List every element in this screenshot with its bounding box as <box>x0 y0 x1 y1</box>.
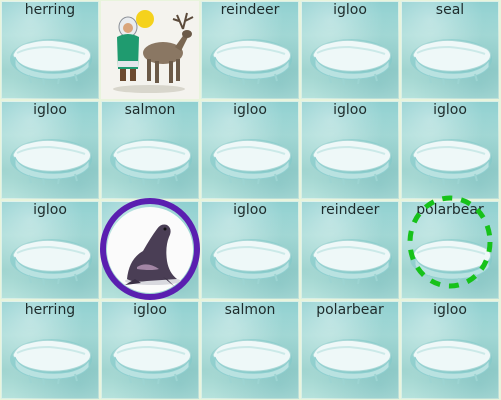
ice-floe-icon <box>209 123 293 185</box>
tile-label: igloo <box>333 2 367 18</box>
tile-igloo[interactable]: igloo <box>1 101 99 199</box>
ice-floe-icon <box>409 123 493 185</box>
ice-floe-icon <box>309 123 393 185</box>
tile-label: igloo <box>333 102 367 118</box>
ice-floe-icon <box>409 323 493 385</box>
tile-label: igloo <box>233 202 267 218</box>
tile-label: igloo <box>133 302 167 318</box>
ice-floe-icon <box>209 223 293 285</box>
ice-floe-icon <box>109 323 193 385</box>
tile-reindeer[interactable]: reindeer <box>301 201 399 299</box>
ice-floe-icon <box>409 223 493 285</box>
tile-label: igloo <box>433 102 467 118</box>
tile-label: igloo <box>433 302 467 318</box>
tile-label: igloo <box>33 202 67 218</box>
tile-igloo[interactable]: igloo <box>101 301 199 399</box>
tile-label: salmon <box>224 302 276 318</box>
tile-igloo[interactable]: igloo <box>301 1 399 99</box>
tile-label: reindeer <box>320 202 380 218</box>
tile-label: salmon <box>124 102 176 118</box>
tile-reindeer-picture[interactable] <box>101 1 199 99</box>
tile-label: herring <box>24 2 76 18</box>
tile-igloo[interactable]: igloo <box>1 201 99 299</box>
tile-label: reindeer <box>220 2 280 18</box>
ice-floe-icon <box>209 23 293 85</box>
tile-seal-picture[interactable] <box>101 201 199 299</box>
ice-floe-icon <box>209 323 293 385</box>
tile-herring[interactable]: herring <box>1 301 99 399</box>
ice-floe-icon <box>309 23 393 85</box>
tile-polarbear[interactable]: polarbear <box>401 201 499 299</box>
tile-label: polarbear <box>416 202 484 218</box>
tile-label: polarbear <box>316 302 384 318</box>
tile-label: igloo <box>233 102 267 118</box>
tile-igloo[interactable]: igloo <box>301 101 399 199</box>
tile-salmon[interactable]: salmon <box>201 301 299 399</box>
tile-igloo[interactable]: igloo <box>401 101 499 199</box>
ice-floe-icon <box>9 223 93 285</box>
tile-label: herring <box>24 302 76 318</box>
tile-label: igloo <box>33 102 67 118</box>
ice-floe-icon <box>409 23 493 85</box>
tile-label: seal <box>435 2 465 18</box>
tile-polarbear[interactable]: polarbear <box>301 301 399 399</box>
tile-igloo[interactable]: igloo <box>201 101 299 199</box>
game-board: herring reindeer igloo seal igloo salmon… <box>0 0 501 400</box>
tile-igloo[interactable]: igloo <box>201 201 299 299</box>
tile-salmon[interactable]: salmon <box>101 101 199 199</box>
ice-floe-icon <box>9 323 93 385</box>
tile-reindeer[interactable]: reindeer <box>201 1 299 99</box>
tile-igloo[interactable]: igloo <box>401 301 499 399</box>
ice-floe-icon <box>309 323 393 385</box>
ice-floe-icon <box>309 223 393 285</box>
inuit-reindeer-picture <box>101 1 199 99</box>
tile-herring[interactable]: herring <box>1 1 99 99</box>
ice-floe-icon <box>109 123 193 185</box>
seal-picture <box>107 207 193 293</box>
ice-floe-icon <box>9 23 93 85</box>
ice-floe-icon <box>9 123 93 185</box>
tile-seal[interactable]: seal <box>401 1 499 99</box>
